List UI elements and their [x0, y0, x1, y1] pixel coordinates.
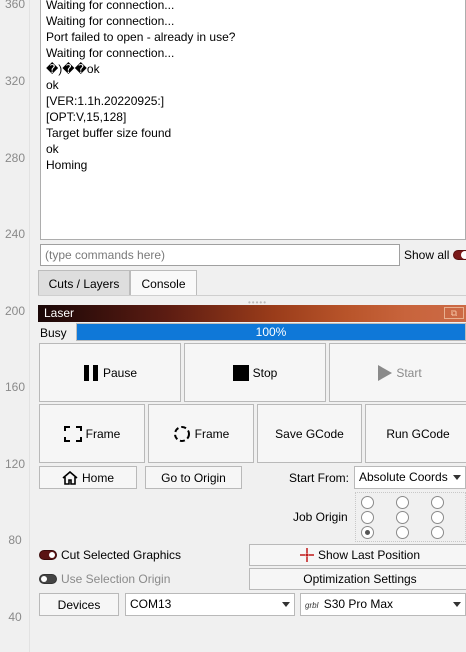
port-select[interactable]: COM13: [125, 593, 295, 616]
origin-center-radio[interactable]: [396, 511, 409, 524]
tab-cuts-layers[interactable]: Cuts / Layers: [38, 270, 130, 296]
command-input[interactable]: [40, 244, 400, 266]
home-button[interactable]: Home: [39, 466, 137, 489]
job-origin-label: Job Origin: [293, 510, 348, 524]
ruler-tick: 280: [4, 151, 26, 165]
console-line: [OPT:V,15,128]: [46, 110, 127, 124]
chevron-down-icon: [453, 475, 461, 480]
start-from-value: Absolute Coords: [359, 470, 448, 484]
home-icon: [62, 470, 78, 485]
crosshair-icon: [299, 548, 314, 562]
console-line: Homing: [46, 158, 88, 172]
show-last-position-label: Show Last Position: [317, 548, 421, 562]
stop-label: Stop: [252, 365, 278, 380]
pause-icon: [83, 364, 98, 381]
origin-bottom-center-radio[interactable]: [396, 526, 409, 539]
laser-panel-title: Laser: [44, 306, 75, 320]
optimization-settings-button[interactable]: Optimization Settings: [249, 568, 466, 590]
console-line: ok: [46, 142, 59, 156]
stop-button[interactable]: Stop: [184, 343, 326, 402]
pause-label: Pause: [102, 365, 138, 380]
status-label: Busy: [40, 326, 67, 340]
start-label: Start: [396, 365, 422, 380]
console-line: �)��ok: [46, 62, 100, 76]
frame-rect-icon: [63, 425, 82, 442]
ruler-tick: 200: [4, 304, 26, 318]
show-all-toggle[interactable]: [453, 250, 466, 260]
home-label: Home: [81, 470, 114, 485]
ruler-tick: 120: [4, 457, 26, 471]
run-gcode-button[interactable]: Run GCode: [365, 404, 466, 463]
go-to-origin-button[interactable]: Go to Origin: [145, 466, 242, 489]
play-icon: [378, 364, 393, 381]
chevron-down-icon: [453, 602, 461, 607]
origin-top-right-radio[interactable]: [431, 496, 444, 509]
frame-circle-button[interactable]: Frame: [148, 404, 254, 463]
vertical-ruler: 360 320 280 240 200 160 120 80 40: [0, 0, 30, 652]
show-all-label: Show all: [404, 248, 450, 262]
devices-button[interactable]: Devices: [39, 593, 119, 616]
console-line: ok: [46, 78, 59, 92]
origin-top-center-radio[interactable]: [396, 496, 409, 509]
frame-circle-icon: [173, 425, 190, 442]
use-selection-origin-label: Use Selection Origin: [61, 572, 171, 586]
origin-bottom-left-radio[interactable]: [361, 526, 374, 539]
cut-selected-graphics-toggle[interactable]: [39, 550, 57, 560]
frame-label: Frame: [85, 426, 121, 441]
origin-middle-left-radio[interactable]: [361, 511, 374, 524]
start-from-select[interactable]: Absolute Coords: [354, 466, 466, 489]
console-line: Waiting for connection...: [46, 46, 175, 60]
console-line: Port failed to open - already in use?: [46, 30, 236, 44]
save-gcode-button[interactable]: Save GCode: [257, 404, 362, 463]
stop-icon: [232, 364, 249, 381]
start-from-label: Start From:: [289, 471, 350, 485]
console-output[interactable]: Waiting for connection... Waiting for co…: [40, 0, 466, 240]
console-line: Target buffer size found: [46, 126, 172, 140]
device-value: S30 Pro Max: [323, 597, 394, 611]
tab-console[interactable]: Console: [130, 270, 197, 296]
ruler-tick: 80: [8, 533, 22, 547]
ruler-tick: 320: [4, 74, 26, 88]
origin-bottom-right-radio[interactable]: [431, 526, 444, 539]
console-line: [VER:1.1h.20220925:]: [46, 94, 165, 108]
progress-bar: 100%: [76, 323, 466, 341]
laser-panel-header: Laser ⧉: [38, 305, 466, 322]
ruler-tick: 160: [4, 380, 26, 394]
frame-circle-label: Frame: [194, 426, 230, 441]
device-select[interactable]: grbl S30 Pro Max: [300, 593, 466, 616]
ruler-tick: 360: [4, 0, 26, 11]
show-last-position-button[interactable]: Show Last Position: [249, 544, 466, 566]
cut-selected-graphics-label: Cut Selected Graphics: [61, 548, 182, 562]
ruler-tick: 240: [4, 227, 26, 241]
frame-button[interactable]: Frame: [39, 404, 145, 463]
grbl-badge: grbl: [305, 601, 319, 610]
progress-text: 100%: [255, 325, 287, 339]
job-origin-grid: [355, 492, 466, 542]
port-value: COM13: [130, 597, 172, 611]
panel-float-icon[interactable]: ⧉: [444, 307, 464, 319]
console-line: Waiting for connection...: [46, 14, 175, 28]
pause-button[interactable]: Pause: [39, 343, 181, 402]
origin-top-left-radio[interactable]: [361, 496, 374, 509]
chevron-down-icon: [282, 602, 290, 607]
use-selection-origin-toggle[interactable]: [39, 574, 57, 584]
tab-divider: [38, 295, 466, 296]
start-button[interactable]: Start: [329, 343, 466, 402]
ruler-tick: 40: [8, 610, 22, 624]
origin-middle-right-radio[interactable]: [431, 511, 444, 524]
console-line: Waiting for connection...: [46, 0, 175, 12]
